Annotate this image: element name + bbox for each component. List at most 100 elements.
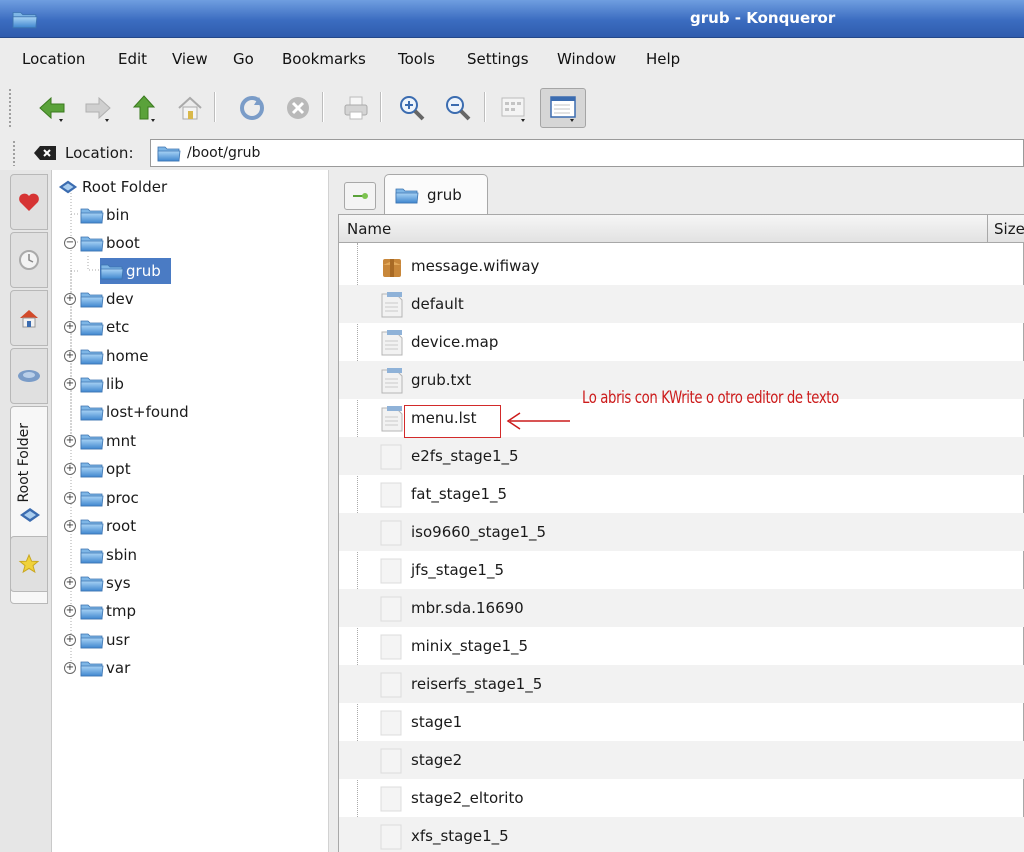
file-name: reiserfs_stage1_5 (411, 675, 543, 693)
location-input[interactable]: /boot/grub (150, 139, 1024, 167)
expand-icon[interactable]: + (64, 378, 76, 390)
collapse-icon[interactable]: − (64, 237, 76, 249)
title-bar[interactable]: grub - Konqueror (0, 0, 1024, 38)
sidebar-tab-home[interactable] (10, 290, 48, 346)
network-icon (18, 370, 40, 382)
tree-item-label: usr (106, 631, 130, 649)
file-row[interactable]: default (339, 285, 1024, 323)
menu-help[interactable]: Help (646, 50, 680, 68)
tree-item-root[interactable]: + root (64, 513, 136, 539)
toolbar-separator (380, 92, 382, 122)
reload-icon (240, 96, 264, 120)
file-row[interactable]: stage2 (339, 741, 1024, 779)
expand-icon[interactable]: + (64, 662, 76, 674)
icon-view-button[interactable] (496, 88, 532, 128)
tree-item-dev[interactable]: + dev (64, 286, 134, 312)
stop-button[interactable] (280, 88, 316, 128)
expand-icon[interactable]: + (64, 577, 76, 589)
root-folder-icon (20, 508, 40, 522)
tree-item-sys[interactable]: + sys (64, 570, 131, 596)
back-button[interactable] (34, 88, 70, 128)
tree-item-proc[interactable]: + proc (64, 485, 139, 511)
tree-item-tmp[interactable]: + tmp (64, 598, 136, 624)
list-header: Name Size (339, 215, 1024, 243)
konqueror-app-icon[interactable] (12, 9, 38, 29)
tab-grub[interactable]: grub (384, 174, 488, 214)
expand-icon[interactable]: + (64, 435, 76, 447)
sidebar-tab-bookmarks[interactable] (10, 174, 48, 230)
menu-location[interactable]: Location (22, 50, 85, 68)
expand-icon[interactable]: + (64, 634, 76, 646)
tree-item-lib[interactable]: + lib (64, 371, 124, 397)
file-row[interactable]: iso9660_stage1_5 (339, 513, 1024, 551)
tree-item-bin[interactable]: bin (80, 202, 129, 228)
tree-item-lost-found[interactable]: lost+found (80, 399, 189, 425)
tree-item-label: boot (106, 234, 140, 252)
up-button[interactable] (126, 88, 162, 128)
tree-item-sbin[interactable]: sbin (80, 542, 137, 568)
expand-icon[interactable]: + (64, 492, 76, 504)
file-name: message.wifiway (411, 257, 540, 275)
menu-window[interactable]: Window (557, 50, 616, 68)
forward-button[interactable] (80, 88, 116, 128)
sidebar-tabs: Root Folder (0, 170, 52, 852)
menu-bar: Location Edit View Go Bookmarks Tools Se… (0, 38, 1024, 80)
clear-location-icon[interactable] (33, 144, 57, 162)
folder-icon (80, 290, 104, 308)
file-row[interactable]: fat_stage1_5 (339, 475, 1024, 513)
file-name: stage2_eltorito (411, 789, 524, 807)
zoom-in-button[interactable] (394, 88, 430, 128)
toolbar-grip[interactable] (8, 88, 12, 128)
tree-item-boot[interactable]: − boot (64, 230, 140, 256)
menu-bookmarks[interactable]: Bookmarks (282, 50, 366, 68)
column-header-name[interactable]: Name (347, 220, 391, 238)
new-tab-button[interactable] (344, 182, 376, 210)
reload-button[interactable] (234, 88, 270, 128)
tree-item-mnt[interactable]: + mnt (64, 428, 136, 454)
annotation-text: Lo abris con KWrite o otro editor de tex… (582, 388, 839, 408)
home-button[interactable] (172, 88, 208, 128)
expand-icon[interactable]: + (64, 463, 76, 475)
file-row[interactable]: xfs_stage1_5 (339, 817, 1024, 852)
file-row[interactable]: stage1 (339, 703, 1024, 741)
file-row[interactable]: message.wifiway (339, 247, 1024, 285)
expand-icon[interactable]: + (64, 605, 76, 617)
expand-icon[interactable]: + (64, 520, 76, 532)
location-grip[interactable] (12, 140, 16, 166)
detailed-view-button[interactable] (540, 88, 586, 128)
tree-item-usr[interactable]: + usr (64, 627, 130, 653)
expand-icon[interactable]: + (64, 293, 76, 305)
tree-item-etc[interactable]: + etc (64, 314, 129, 340)
zoom-out-button[interactable] (440, 88, 476, 128)
tree-item-opt[interactable]: + opt (64, 456, 131, 482)
menu-go[interactable]: Go (233, 50, 254, 68)
folder-icon (80, 517, 104, 535)
file-row[interactable]: mbr.sda.16690 (339, 589, 1024, 627)
location-label: Location: (65, 144, 134, 162)
sidebar-tab-services[interactable] (10, 536, 48, 592)
menu-tools[interactable]: Tools (398, 50, 435, 68)
file-row[interactable]: e2fs_stage1_5 (339, 437, 1024, 475)
file-row[interactable]: stage2_eltorito (339, 779, 1024, 817)
sidebar-tab-network[interactable] (10, 348, 48, 404)
tree-item-grub[interactable]: grub (100, 258, 171, 284)
expand-icon[interactable]: + (64, 321, 76, 333)
file-row[interactable]: minix_stage1_5 (339, 627, 1024, 665)
tree-item-var[interactable]: + var (64, 655, 130, 681)
tree-root-folder[interactable]: Root Folder (58, 174, 167, 200)
file-row[interactable]: jfs_stage1_5 (339, 551, 1024, 589)
tree-item-label: home (106, 347, 149, 365)
menu-view[interactable]: View (172, 50, 208, 68)
tree-item-label: sbin (106, 546, 138, 564)
folder-icon (80, 206, 104, 224)
menu-edit[interactable]: Edit (118, 50, 147, 68)
file-row[interactable]: device.map (339, 323, 1024, 361)
tree-item-home[interactable]: + home (64, 343, 149, 369)
print-button[interactable] (338, 88, 374, 128)
column-header-size[interactable]: Size (987, 215, 1024, 243)
expand-icon[interactable]: + (64, 350, 76, 362)
menu-settings[interactable]: Settings (467, 50, 529, 68)
folder-icon (80, 347, 104, 365)
sidebar-tab-history[interactable] (10, 232, 48, 288)
file-row[interactable]: reiserfs_stage1_5 (339, 665, 1024, 703)
